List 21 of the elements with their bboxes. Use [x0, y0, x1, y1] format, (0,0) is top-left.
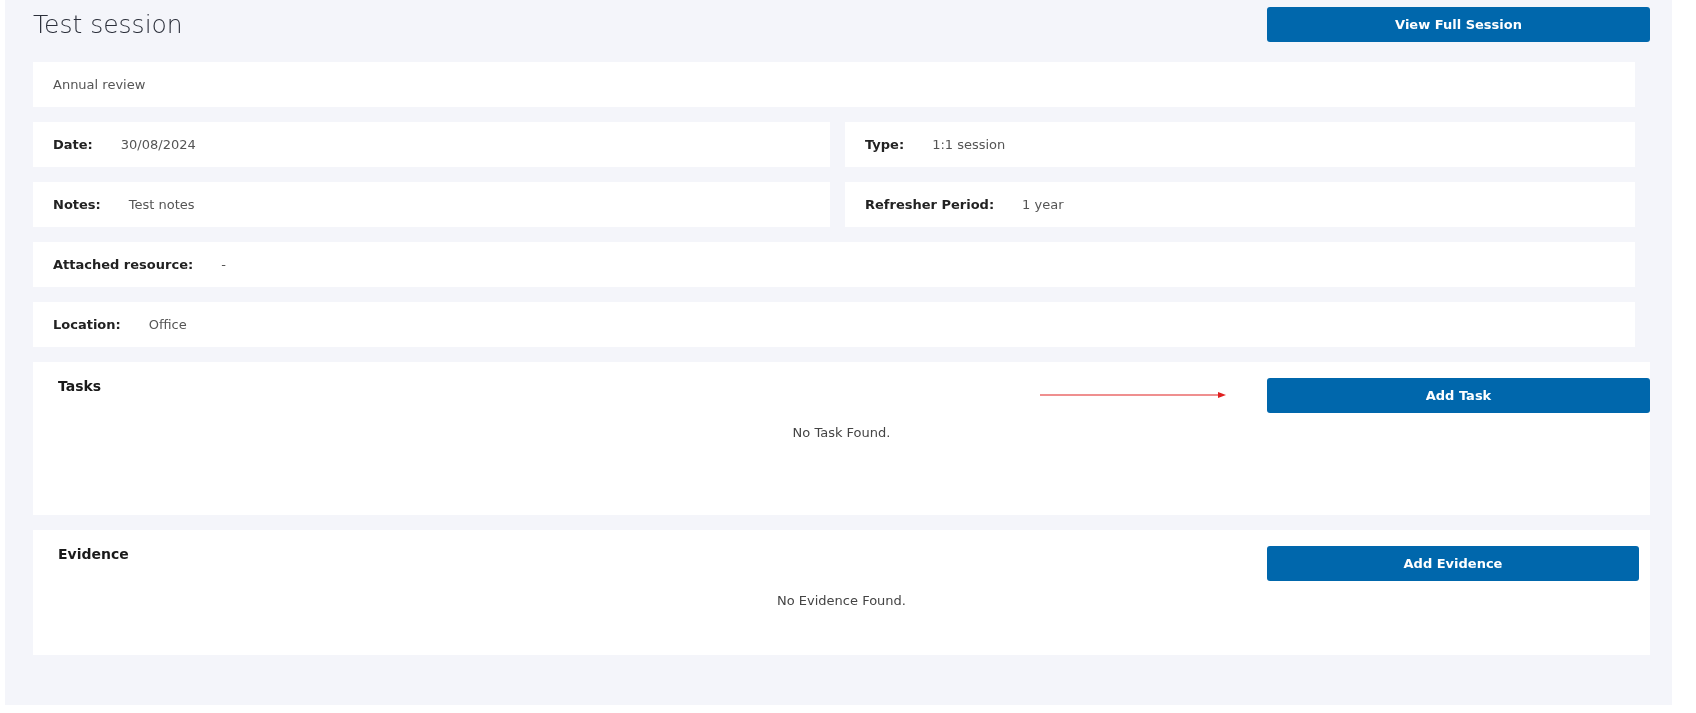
section-title: Tasks	[58, 378, 102, 394]
field-label: Refresher Period:	[865, 197, 995, 212]
add-button[interactable]: Add Task	[1267, 378, 1650, 413]
summary-text: Annual review	[53, 77, 146, 92]
field-label: Attached resource:	[53, 257, 194, 272]
field-label: Location:	[53, 317, 121, 332]
field-value: Office	[148, 317, 187, 332]
field-label: Date:	[53, 137, 93, 152]
field-value: Test notes	[128, 197, 195, 212]
field-label: Notes:	[53, 197, 101, 212]
field-value: -	[221, 257, 226, 272]
add-button[interactable]: Add Evidence	[1267, 546, 1639, 581]
empty-message: No Evidence Found.	[777, 593, 906, 608]
field-value: 30/08/2024	[120, 137, 196, 152]
page-title: Test session	[33, 9, 183, 39]
section-title: Evidence	[58, 546, 129, 562]
field-label: Type:	[865, 137, 905, 152]
view-full-session-button[interactable]: View Full Session	[1267, 6, 1650, 42]
empty-message: No Task Found.	[792, 425, 891, 440]
field-value: 1:1 session	[932, 137, 1006, 152]
field-value: 1 year	[1022, 197, 1064, 212]
